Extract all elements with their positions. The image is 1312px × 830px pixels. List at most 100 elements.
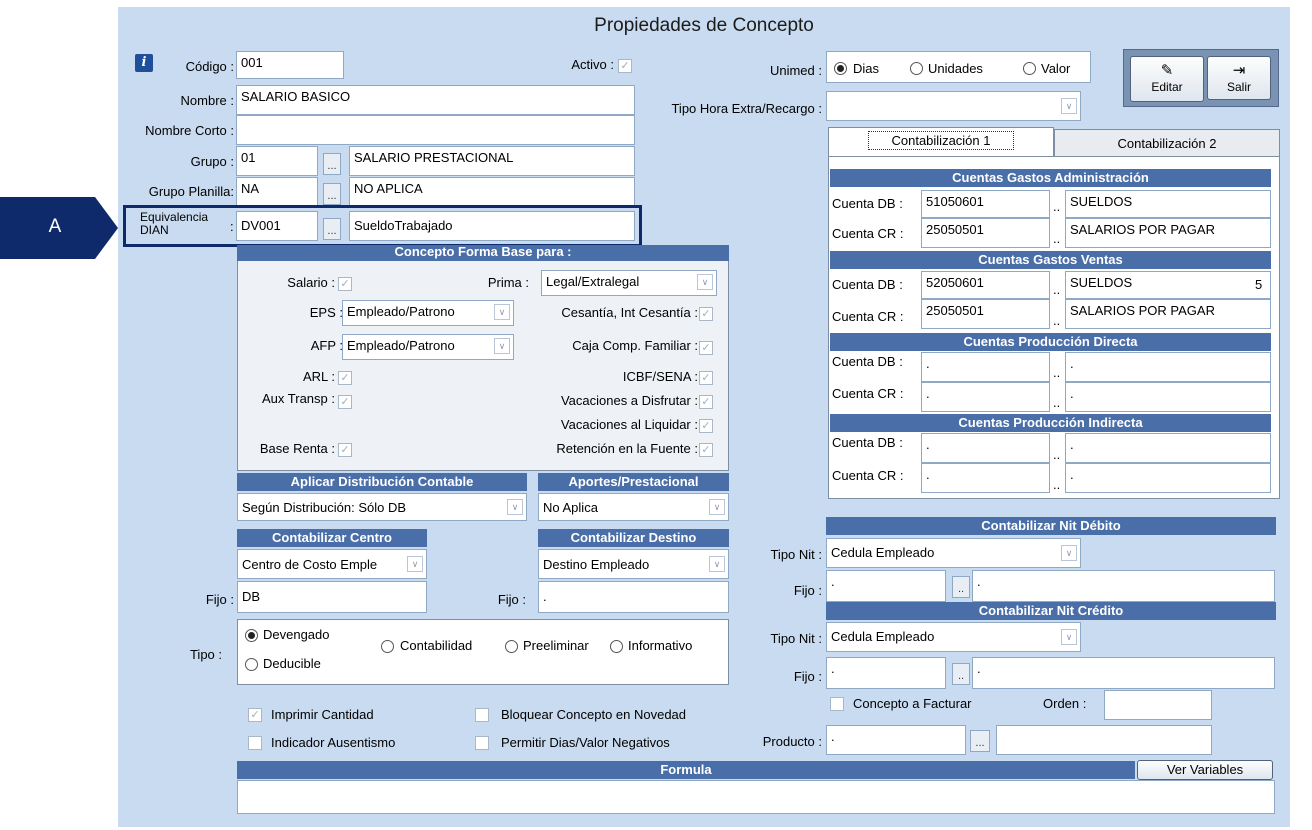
codigo-input[interactable]: 001	[236, 51, 344, 79]
eps-label: EPS :	[309, 305, 343, 320]
permitir-negativos-checkbox[interactable]	[475, 736, 489, 750]
ventas-db-label: Cuenta DB :	[832, 277, 903, 292]
nit-credito-tipo-select[interactable]: Cedula Empleado ∨	[826, 622, 1081, 652]
nombre-input[interactable]: SALARIO BASICO	[236, 85, 635, 115]
unimed-valor-radio[interactable]	[1023, 62, 1036, 75]
ventas-cr-code[interactable]: 25050501	[921, 299, 1050, 329]
aux-transp-checkbox[interactable]: ✓	[338, 395, 352, 409]
nit-debito-tipo-select[interactable]: Cedula Empleado ∨	[826, 538, 1081, 568]
concepto-facturar-checkbox[interactable]	[830, 697, 844, 711]
unimed-unidades-radio[interactable]	[910, 62, 923, 75]
activo-checkbox[interactable]: ✓	[618, 59, 632, 73]
ver-variables-button[interactable]: Ver Variables	[1137, 760, 1273, 780]
prima-select-value: Legal/Extralegal	[546, 274, 640, 289]
window: Propiedades de Concepto i Código : 001 A…	[118, 7, 1290, 827]
grupo-planilla-code-input[interactable]: NA	[236, 177, 318, 206]
bloquear-concepto-checkbox[interactable]	[475, 708, 489, 722]
nit-debito-fijo-code[interactable]: .	[826, 570, 946, 602]
prima-select[interactable]: Legal/Extralegal ∨	[541, 270, 717, 296]
formula-input[interactable]	[237, 780, 1275, 814]
chevron-down-icon[interactable]: ∨	[709, 499, 725, 515]
salario-checkbox[interactable]: ✓	[338, 277, 352, 291]
nit-debito-lookup-button[interactable]: ..	[952, 576, 970, 598]
chevron-down-icon[interactable]: ∨	[507, 499, 523, 515]
tab-contabilizacion-2[interactable]: Contabilización 2	[1054, 129, 1280, 157]
centro-fijo-input[interactable]: DB	[237, 581, 427, 613]
editar-button[interactable]: ✎ Editar	[1130, 56, 1204, 102]
tipo-devengado-radio[interactable]	[245, 629, 258, 642]
tipo-preeliminar-radio[interactable]	[505, 640, 518, 653]
equivalencia-code-input[interactable]: DV001	[236, 211, 318, 241]
grupo-code-input[interactable]: 01	[236, 146, 318, 176]
afp-label: AFP :	[310, 338, 343, 353]
retencion-checkbox[interactable]: ✓	[699, 443, 713, 457]
info-icon[interactable]: i	[135, 54, 153, 72]
unimed-dias-label: Dias	[853, 61, 880, 76]
cesantia-checkbox[interactable]: ✓	[699, 307, 713, 321]
nit-debito-tipo-value: Cedula Empleado	[831, 545, 935, 560]
aportes-header: Aportes/Prestacional	[538, 473, 729, 491]
tab-contabilizacion-1[interactable]: Contabilización 1	[828, 127, 1054, 157]
prod-directa-db-code[interactable]: .	[921, 352, 1050, 382]
orden-label: Orden :	[1043, 696, 1087, 711]
chevron-down-icon[interactable]: ∨	[709, 556, 725, 572]
nombre-corto-input[interactable]	[236, 115, 635, 145]
chevron-down-icon[interactable]: ∨	[494, 304, 510, 320]
icbf-checkbox[interactable]: ✓	[699, 371, 713, 385]
vac-liquidar-checkbox[interactable]: ✓	[699, 419, 713, 433]
producto-code-input[interactable]: .	[826, 725, 966, 755]
nit-credito-fijo-code[interactable]: .	[826, 657, 946, 689]
chevron-down-icon[interactable]: ∨	[494, 338, 510, 354]
distribucion-select[interactable]: Según Distribución: Sólo DB ∨	[237, 493, 527, 521]
destino-select[interactable]: Destino Empleado ∨	[538, 549, 729, 579]
unimed-dias-radio[interactable]	[834, 62, 847, 75]
chevron-down-icon[interactable]: ∨	[697, 274, 713, 290]
grupo-desc-input: SALARIO PRESTACIONAL	[349, 146, 635, 176]
prod-indirecta-db-code[interactable]: .	[921, 433, 1050, 463]
arl-checkbox[interactable]: ✓	[338, 371, 352, 385]
imprimir-cantidad-checkbox[interactable]: ✓	[248, 708, 262, 722]
tipo-hora-select[interactable]: ∨	[826, 91, 1081, 121]
cuentas-admin-header: Cuentas Gastos Administración	[830, 169, 1271, 187]
grupo-planilla-lookup-button[interactable]: ...	[323, 183, 341, 205]
distribucion-select-value: Según Distribución: Sólo DB	[242, 500, 407, 515]
eps-select[interactable]: Empleado/Patrono ∨	[342, 300, 514, 326]
prod-indirecta-cr-code[interactable]: .	[921, 463, 1050, 493]
salario-label: Salario :	[287, 275, 335, 290]
base-renta-checkbox[interactable]: ✓	[338, 443, 352, 457]
destino-fijo-input[interactable]: .	[538, 581, 729, 613]
equivalencia-colon: :	[230, 219, 234, 234]
vac-disfrutar-checkbox[interactable]: ✓	[699, 395, 713, 409]
producto-lookup-button[interactable]: ...	[970, 730, 990, 752]
vac-disfrutar-label: Vacaciones a Disfrutar :	[560, 393, 698, 408]
callout-label: A	[48, 216, 62, 237]
tipo-informativo-radio[interactable]	[610, 640, 623, 653]
tipo-deducible-radio[interactable]	[245, 658, 258, 671]
afp-select[interactable]: Empleado/Patrono ∨	[342, 334, 514, 360]
prod-directa-db-sep: ..	[1053, 365, 1061, 380]
prod-directa-cr-code[interactable]: .	[921, 382, 1050, 412]
admin-db-label: Cuenta DB :	[832, 196, 903, 211]
chevron-down-icon[interactable]: ∨	[1061, 545, 1077, 561]
centro-select[interactable]: Centro de Costo Emple ∨	[237, 549, 427, 579]
chevron-down-icon[interactable]: ∨	[407, 556, 423, 572]
caja-checkbox[interactable]: ✓	[699, 341, 713, 355]
orden-input[interactable]	[1104, 690, 1212, 720]
ventas-db-code[interactable]: 52050601	[921, 271, 1050, 299]
aportes-select[interactable]: No Aplica ∨	[538, 493, 729, 521]
salir-button[interactable]: ⇥ Salir	[1207, 56, 1271, 100]
tipo-contabilidad-radio[interactable]	[381, 640, 394, 653]
cuentas-ventas-header: Cuentas Gastos Ventas	[830, 251, 1271, 269]
equivalencia-lookup-button[interactable]: ...	[323, 218, 341, 240]
prod-indirecta-cr-sep: ..	[1053, 477, 1061, 492]
afp-select-value: Empleado/Patrono	[347, 338, 455, 353]
nit-credito-lookup-button[interactable]: ..	[952, 663, 970, 685]
admin-db-code[interactable]: 51050601	[921, 190, 1050, 218]
chevron-down-icon[interactable]: ∨	[1061, 629, 1077, 645]
admin-cr-sep: ..	[1053, 231, 1061, 246]
indicador-ausentismo-checkbox[interactable]	[248, 736, 262, 750]
equivalencia-label-line1: Equivalencia	[140, 210, 209, 224]
grupo-lookup-button[interactable]: ...	[323, 153, 341, 175]
chevron-down-icon[interactable]: ∨	[1061, 98, 1077, 114]
admin-cr-code[interactable]: 25050501	[921, 218, 1050, 248]
